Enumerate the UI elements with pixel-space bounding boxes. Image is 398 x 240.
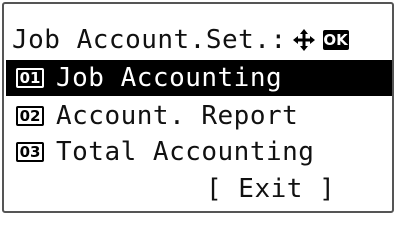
menu-item-label: Job Accounting (56, 63, 283, 93)
screen-title: Job Account.Set.: (12, 25, 287, 55)
menu-item-job-accounting[interactable]: 01 Job Accounting (6, 60, 392, 96)
exit-row: [ Exit ] (6, 171, 392, 207)
item-number-badge: 01 (16, 68, 44, 88)
menu-item-label: Total Accounting (56, 137, 315, 167)
exit-button[interactable]: [ Exit ] (206, 171, 335, 207)
header-row: Job Account.Set.: OK (6, 22, 392, 58)
item-number-badge: 03 (16, 142, 44, 162)
menu-item-label: Account. Report (56, 101, 299, 131)
menu-item-account-report[interactable]: 02 Account. Report (6, 98, 392, 134)
menu-item-total-accounting[interactable]: 03 Total Accounting (6, 134, 392, 170)
ok-badge-icon: OK (322, 30, 349, 50)
lcd-panel: Job Account.Set.: OK 01 Job Accounting 0… (2, 2, 394, 213)
item-number-badge: 02 (16, 106, 44, 126)
four-way-arrow-icon (292, 29, 315, 51)
